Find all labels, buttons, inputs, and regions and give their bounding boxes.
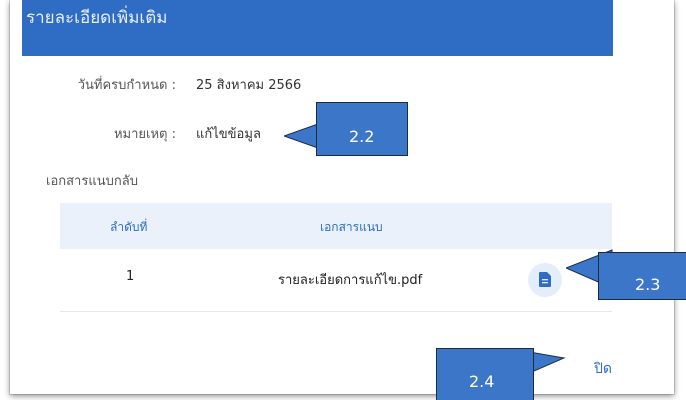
details-dialog: รายละเอียดเพิ่มเติม วันที่ครบกำหนด : 25 … bbox=[10, 0, 674, 394]
remark-label: หมายเหตุ : bbox=[113, 127, 176, 142]
table-header: ลำดับที่ เอกสารแนบ bbox=[60, 203, 612, 249]
table-row: 1 รายละเอียดการแก้ไข.pdf bbox=[60, 249, 612, 312]
callout-2-4: 2.4 bbox=[436, 348, 534, 400]
callout-2-3-label: 2.3 bbox=[635, 275, 661, 294]
dialog-title: รายละเอียดเพิ่มเติม bbox=[26, 8, 168, 28]
returned-docs-table: ลำดับที่ เอกสารแนบ 1 รายละเอียดการแก้ไข.… bbox=[60, 203, 612, 312]
dialog-header: รายละเอียดเพิ่มเติม bbox=[22, 0, 613, 56]
row-number: 1 bbox=[126, 269, 135, 284]
view-file-button[interactable] bbox=[528, 263, 562, 297]
remark-value: แก้ไขข้อมูล bbox=[196, 127, 261, 142]
column-header-no: ลำดับที่ bbox=[110, 220, 148, 234]
callout-2-4-label: 2.4 bbox=[469, 372, 495, 391]
returned-docs-title: เอกสารแนบกลับ bbox=[46, 174, 138, 189]
close-button[interactable]: ปิด bbox=[594, 358, 612, 380]
document-icon bbox=[539, 272, 551, 287]
callout-2-2-label: 2.2 bbox=[349, 127, 375, 146]
due-date-value: 25 สิงหาคม 2566 bbox=[196, 78, 302, 93]
file-name: รายละเอียดการแก้ไข.pdf bbox=[278, 273, 423, 288]
due-date-label: วันที่ครบกำหนด : bbox=[77, 78, 176, 93]
callout-2-3: 2.3 bbox=[598, 252, 686, 300]
callout-2-2: 2.2 bbox=[316, 102, 408, 156]
column-header-file: เอกสารแนบ bbox=[320, 220, 383, 234]
